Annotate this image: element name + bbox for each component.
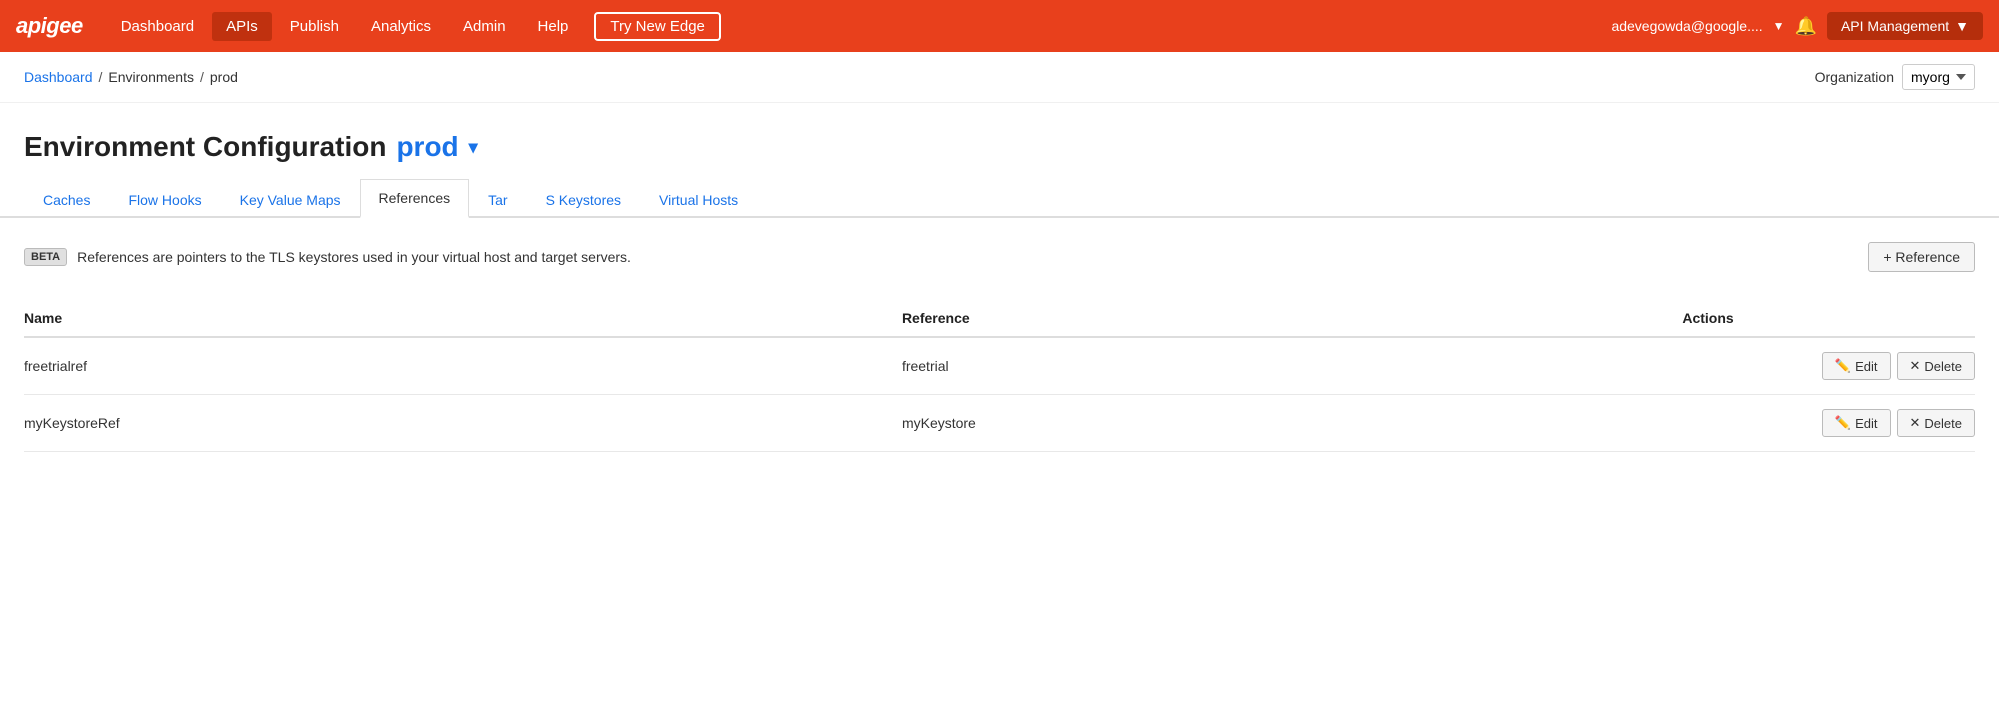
delete-button-0[interactable]: ✕ Delete <box>1897 352 1975 380</box>
delete-button-1[interactable]: ✕ Delete <box>1897 409 1975 437</box>
breadcrumb: Dashboard / Environments / prod <box>24 69 238 85</box>
env-dropdown-caret-icon[interactable]: ▾ <box>469 137 478 158</box>
nav-admin[interactable]: Admin <box>449 12 520 41</box>
org-dropdown[interactable]: myorg <box>1902 64 1975 90</box>
info-text: BETA References are pointers to the TLS … <box>24 248 631 266</box>
cell-actions-1: ✏️ Edit ✕ Delete <box>1682 395 1975 452</box>
col-header-reference: Reference <box>902 300 1682 337</box>
tab-tar[interactable]: Tar <box>469 181 526 218</box>
org-label: Organization <box>1815 69 1894 85</box>
col-header-actions: Actions <box>1682 300 1975 337</box>
page-title: Environment Configuration prod ▾ <box>24 131 1975 163</box>
tabs-bar: Caches Flow Hooks Key Value Maps Referen… <box>0 179 1999 218</box>
col-header-name: Name <box>24 300 902 337</box>
cell-reference-0: freetrial <box>902 337 1682 395</box>
nav-links: Dashboard APIs Publish Analytics Admin H… <box>107 12 1612 41</box>
nav-publish[interactable]: Publish <box>276 12 353 41</box>
cell-name-0: freetrialref <box>24 337 902 395</box>
cell-name-1: myKeystoreRef <box>24 395 902 452</box>
user-dropdown-icon[interactable]: ▼ <box>1773 19 1785 33</box>
edit-button-0[interactable]: ✏️ Edit <box>1822 352 1891 380</box>
try-new-edge-button[interactable]: Try New Edge <box>594 12 720 41</box>
x-icon: ✕ <box>1910 358 1921 374</box>
nav-help[interactable]: Help <box>524 12 583 41</box>
references-table: Name Reference Actions freetrialref free… <box>24 300 1975 452</box>
breadcrumb-dashboard[interactable]: Dashboard <box>24 69 93 85</box>
top-navigation: apigee Dashboard APIs Publish Analytics … <box>0 0 1999 52</box>
tab-s-keystores[interactable]: S Keystores <box>527 181 640 218</box>
cell-actions-0: ✏️ Edit ✕ Delete <box>1682 337 1975 395</box>
pencil-icon: ✏️ <box>1835 358 1851 374</box>
env-name: prod <box>396 131 458 163</box>
main-content: BETA References are pointers to the TLS … <box>0 218 1999 476</box>
page-title-text: Environment Configuration <box>24 131 386 163</box>
nav-dashboard[interactable]: Dashboard <box>107 12 208 41</box>
api-management-button[interactable]: API Management ▼ <box>1827 12 1983 40</box>
app-logo: apigee <box>16 13 83 39</box>
nav-analytics[interactable]: Analytics <box>357 12 445 41</box>
tab-key-value-maps[interactable]: Key Value Maps <box>221 181 360 218</box>
nav-apis[interactable]: APIs <box>212 12 272 41</box>
tab-references[interactable]: References <box>360 179 470 218</box>
breadcrumb-prod: prod <box>210 69 238 85</box>
pencil-icon: ✏️ <box>1835 415 1851 431</box>
org-selector: Organization myorg <box>1815 64 1975 90</box>
nav-right-section: adevegowda@google.... ▼ 🔔 API Management… <box>1611 12 1983 40</box>
api-management-caret-icon: ▼ <box>1955 18 1969 34</box>
cell-reference-1: myKeystore <box>902 395 1682 452</box>
info-description: References are pointers to the TLS keyst… <box>77 249 631 265</box>
edit-button-1[interactable]: ✏️ Edit <box>1822 409 1891 437</box>
table-row: freetrialref freetrial ✏️ Edit ✕ Delete <box>24 337 1975 395</box>
tab-caches[interactable]: Caches <box>24 181 109 218</box>
tab-virtual-hosts[interactable]: Virtual Hosts <box>640 181 757 218</box>
info-bar: BETA References are pointers to the TLS … <box>24 242 1975 272</box>
nav-user-email[interactable]: adevegowda@google.... <box>1611 18 1762 34</box>
table-row: myKeystoreRef myKeystore ✏️ Edit ✕ Delet… <box>24 395 1975 452</box>
notifications-bell-icon[interactable]: 🔔 <box>1795 16 1817 37</box>
breadcrumb-environments: Environments <box>108 69 194 85</box>
breadcrumb-sep-1: / <box>99 69 103 85</box>
add-reference-button[interactable]: + Reference <box>1868 242 1975 272</box>
page-header: Environment Configuration prod ▾ <box>0 103 1999 179</box>
beta-badge: BETA <box>24 248 67 266</box>
breadcrumb-bar: Dashboard / Environments / prod Organiza… <box>0 52 1999 103</box>
tab-flow-hooks[interactable]: Flow Hooks <box>109 181 220 218</box>
x-icon: ✕ <box>1910 415 1921 431</box>
breadcrumb-sep-2: / <box>200 69 204 85</box>
